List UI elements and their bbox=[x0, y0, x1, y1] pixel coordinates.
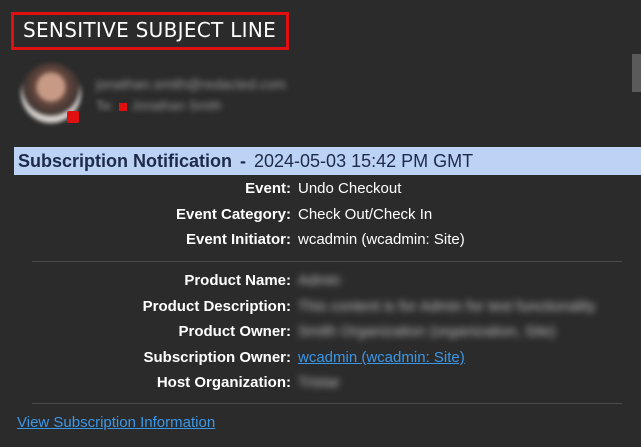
subscription-owner-link[interactable]: wcadmin (wcadmin: Site) bbox=[298, 348, 465, 368]
email-subject: SENSITIVE SUBJECT LINE bbox=[23, 18, 277, 42]
field-row-host-organization: Host Organization: Tristar bbox=[0, 373, 641, 393]
view-subscription-link[interactable]: View Subscription Information bbox=[17, 414, 215, 431]
field-row-event-initiator: Event Initiator: wcadmin (wcadmin: Site) bbox=[0, 230, 641, 250]
field-row-product-owner: Product Owner: Smith Organization (organ… bbox=[0, 322, 641, 342]
field-value-redacted: Smith Organization (organization, Site) bbox=[298, 323, 556, 340]
field-value-redacted: This content is for Admin for test funct… bbox=[298, 298, 596, 315]
field-value-redacted: Admin bbox=[298, 272, 341, 289]
notification-title: Subscription Notification bbox=[18, 151, 232, 171]
field-row-product-name: Product Name: Admin bbox=[0, 271, 641, 291]
field-label: Event Initiator: bbox=[185, 231, 291, 248]
field-label: Subscription Owner: bbox=[143, 349, 291, 366]
field-label: Host Organization: bbox=[156, 374, 291, 391]
field-label: Product Name: bbox=[184, 272, 291, 289]
to-label: To: bbox=[96, 98, 114, 113]
field-label: Product Description: bbox=[142, 298, 291, 315]
field-value: wcadmin (wcadmin: Site) bbox=[298, 231, 465, 248]
field-row-event-category: Event Category: Check Out/Check In bbox=[0, 205, 641, 225]
field-row-product-description: Product Description: This content is for… bbox=[0, 297, 641, 317]
sender-address[interactable]: jonathan.smith@redacted.com bbox=[96, 76, 286, 92]
field-value: Check Out/Check In bbox=[298, 206, 433, 223]
field-label: Event Category: bbox=[175, 206, 291, 223]
scrollbar[interactable] bbox=[632, 54, 641, 92]
field-label: Product Owner: bbox=[178, 323, 291, 340]
title-separator: - bbox=[240, 151, 246, 171]
recipient-name[interactable]: Jonathan Smith bbox=[131, 98, 221, 113]
field-row-event: Event: Undo Checkout bbox=[0, 179, 641, 199]
presence-status-icon bbox=[67, 111, 79, 123]
section-divider bbox=[32, 403, 622, 404]
section-divider bbox=[32, 261, 622, 262]
recipient-status-icon bbox=[119, 102, 128, 111]
field-label: Event: bbox=[245, 180, 291, 197]
field-value: Undo Checkout bbox=[298, 180, 402, 197]
notification-timestamp: 2024-05-03 15:42 PM GMT bbox=[254, 151, 474, 171]
notification-banner: Subscription Notification -2024-05-03 15:… bbox=[14, 147, 641, 175]
field-value-redacted: Tristar bbox=[298, 374, 340, 391]
recipient-line: To: Jonathan Smith bbox=[96, 98, 222, 113]
field-row-subscription-owner: Subscription Owner: wcadmin (wcadmin: Si… bbox=[0, 348, 641, 368]
